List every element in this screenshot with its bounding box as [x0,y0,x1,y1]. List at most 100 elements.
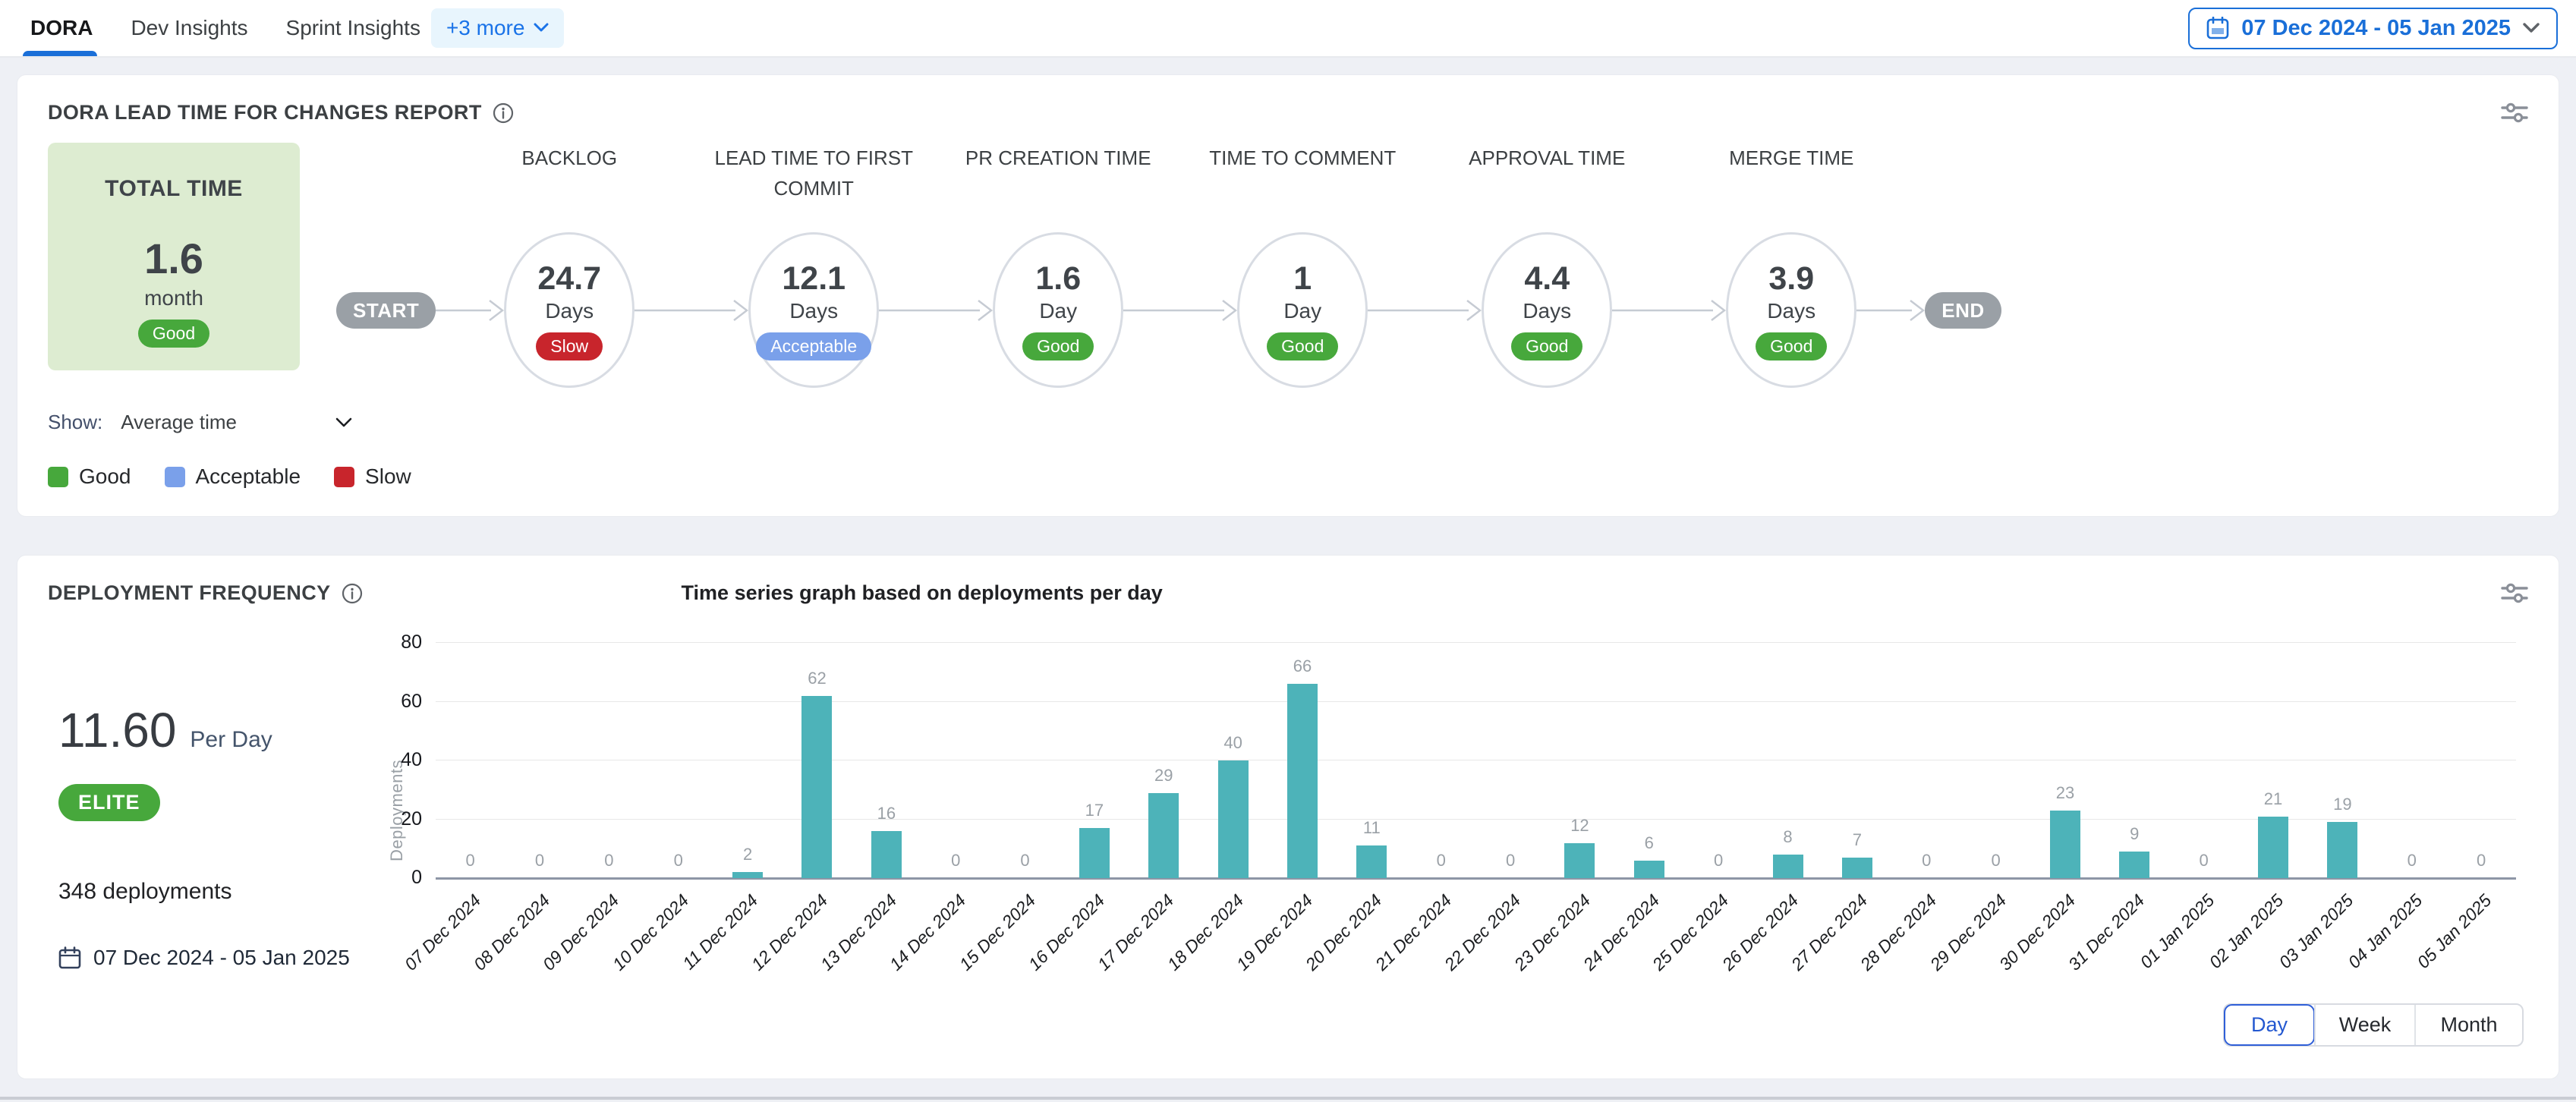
y-axis-tick: 40 [401,749,422,771]
stage-status-badge: Good [1756,332,1827,361]
bar-slot: 7 [1822,643,1891,878]
bar-slot: 66 [1268,643,1337,878]
bar-value-label: 0 [921,851,990,871]
elite-tier-badge: ELITE [58,784,160,821]
bar-value-label: 0 [505,851,574,871]
flow-arrow-icon [436,295,504,326]
chart-subtitle: Time series graph based on deployments p… [682,581,1163,605]
flow-stage: PR CREATION TIME1.6DayGood [993,143,1123,388]
flow-arrow-icon [1612,295,1726,326]
info-icon[interactable] [342,583,363,604]
stage-circle: 4.4DaysGood [1482,232,1612,388]
deployments-bar-chart: Deployments 0204060800000262160017294066… [386,611,2528,1051]
stage-label: TIME TO COMMENT [1173,143,1431,173]
bar-slot: 23 [2030,643,2099,878]
more-tabs-button[interactable]: +3 more [431,8,565,48]
stage-circle: 1DayGood [1237,232,1368,388]
bar-value-label: 0 [575,851,644,871]
bar-value-label: 7 [1822,830,1891,850]
granularity-day-button[interactable]: Day [2225,1005,2314,1045]
bar-slot: 29 [1129,643,1198,878]
bar-slot: 0 [505,643,574,878]
bar-slot: 40 [1198,643,1268,878]
bar-slot: 0 [921,643,990,878]
bar-slot: 6 [1614,643,1683,878]
bar-value-label: 9 [2100,824,2169,844]
granularity-toggle: DayWeekMonth [2223,1003,2524,1047]
bar-slot: 2 [713,643,782,878]
show-metric-select[interactable]: Show: Average time [48,411,2528,434]
stage-value: 12.1 [782,260,846,298]
bottom-divider [0,1097,2576,1100]
bar-value-label: 17 [1060,801,1129,820]
bar-slot: 12 [1545,643,1614,878]
deployment-bar [1218,760,1249,878]
stage-status-badge: Acceptable [756,332,871,361]
bar-value-label: 40 [1198,733,1268,753]
bar-slot: 9 [2100,643,2169,878]
bar-value-label: 0 [1683,851,1752,871]
legend-item-acceptable: Acceptable [165,464,301,489]
granularity-month-button[interactable]: Month [2414,1005,2522,1045]
legend-swatch [165,467,185,487]
stage-circle: 24.7DaysSlow [504,232,635,388]
stage-status-badge: Good [1511,332,1582,361]
stage-label: MERGE TIME [1662,143,1920,173]
bar-slot: 0 [1475,643,1545,878]
flow-arrow-icon [879,295,993,326]
total-time-status-badge: Good [138,320,209,348]
bar-value-label: 21 [2238,789,2307,809]
stage-status-badge: Slow [536,332,603,361]
deployment-bar [732,872,763,878]
tab-dev-insights[interactable]: Dev Insights [131,0,247,56]
deployment-settings-sliders-icon[interactable] [2501,581,2528,604]
bar-slot: 21 [2238,643,2307,878]
lead-time-settings-sliders-icon[interactable] [2501,101,2528,124]
show-label: Show: [48,411,102,434]
bar-slot: 11 [1337,643,1406,878]
granularity-week-button[interactable]: Week [2314,1005,2414,1045]
flow-arrow-icon [1368,295,1482,326]
date-range-picker[interactable]: 07 Dec 2024 - 05 Jan 2025 [2188,8,2558,49]
stage-unit: Day [1039,299,1077,323]
legend-label: Acceptable [196,464,301,489]
flow-arrow-icon [635,295,748,326]
flow-stage: TIME TO COMMENT1DayGood [1237,143,1368,388]
y-axis-tick: 20 [401,808,422,830]
deployment-bar [2327,822,2357,878]
flow-stage: MERGE TIME3.9DaysGood [1726,143,1856,388]
chevron-down-icon [534,23,549,33]
stage-value: 1 [1293,260,1312,298]
dashboard-page: DORA LEAD TIME FOR CHANGES REPORT TOTAL … [0,58,2576,1096]
bar-value-label: 0 [2446,851,2515,871]
flow-start-pill: START [336,292,436,329]
chevron-down-icon [2523,23,2540,34]
stage-unit: Days [545,299,594,323]
bar-slot: 0 [2446,643,2515,878]
stage-label: APPROVAL TIME [1418,143,1676,173]
bar-slot: 0 [1961,643,2030,878]
bar-value-label: 12 [1545,816,1614,836]
tab-sprint-insights[interactable]: Sprint Insights [286,0,420,56]
bar-slot: 0 [575,643,644,878]
deployment-date-range-label: 07 Dec 2024 - 05 Jan 2025 [93,946,350,970]
tab-dora[interactable]: DORA [30,0,93,56]
lead-time-card: DORA LEAD TIME FOR CHANGES REPORT TOTAL … [17,74,2559,517]
status-legend: GoodAcceptableSlow [48,464,2528,489]
deployment-rate-value: 11.60 [58,702,176,758]
deployment-bar [1842,858,1872,878]
stage-unit: Day [1283,299,1321,323]
x-axis-tick-label: 05 Jan 2025 [2414,890,2496,973]
total-time-unit: month [144,286,203,310]
deployment-bar [2119,852,2149,878]
bar-slot: 0 [1683,643,1752,878]
bar-value-label: 62 [783,669,852,688]
bar-value-label: 19 [2308,795,2377,814]
total-time-card: TOTAL TIME 1.6 month Good [48,143,300,370]
deployment-bar [801,696,832,878]
flow-stage: APPROVAL TIME4.4DaysGood [1482,143,1612,388]
deployment-bar [2258,817,2288,878]
info-icon[interactable] [493,102,514,124]
top-tab-bar: DORADev InsightsSprint Insights +3 more … [0,0,2576,58]
bar-value-label: 0 [1892,851,1961,871]
